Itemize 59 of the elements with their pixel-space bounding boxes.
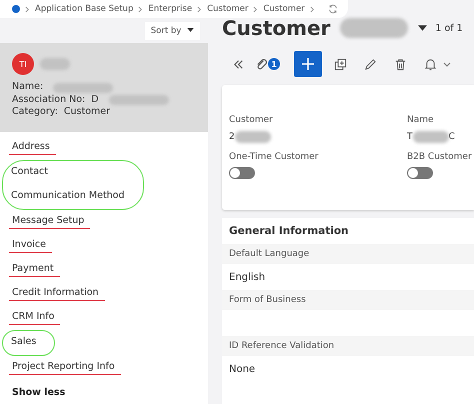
- field-label: Customer: [229, 115, 274, 125]
- menu-link[interactable]: Credit Information: [12, 287, 99, 298]
- chevron-icon: [25, 6, 30, 12]
- sort-by-button[interactable]: Sort by: [144, 22, 200, 40]
- field-value: 2: [229, 132, 235, 142]
- toggle-label: B2B Customer: [407, 152, 473, 162]
- attachment-count-badge: 1: [268, 58, 280, 70]
- record-card[interactable]: TI Name: Association No: D Category: Customer: [0, 43, 208, 132]
- field-value: Customer: [64, 106, 110, 119]
- field-label: Form of Business: [229, 295, 306, 305]
- toggle-switch[interactable]: [229, 167, 255, 179]
- field-value: English: [229, 272, 266, 282]
- field-value: D: [91, 94, 99, 106]
- add-button[interactable]: [294, 51, 322, 77]
- breadcrumb-link[interactable]: Customer: [263, 4, 305, 14]
- menu-link[interactable]: Contact: [11, 166, 48, 177]
- field-label: Name:: [12, 81, 44, 94]
- field-label: ID Reference Validation: [229, 341, 334, 351]
- avatar: TI: [12, 53, 34, 76]
- caret-icon: [187, 28, 194, 32]
- page-title: Customer: [222, 16, 330, 40]
- breadcrumb-link[interactable]: Application Base Setup: [35, 4, 134, 14]
- paperclip-icon[interactable]: [255, 58, 268, 70]
- toggle-switch[interactable]: [407, 167, 433, 179]
- menu-link[interactable]: Message Setup: [12, 215, 84, 226]
- menu-link[interactable]: Address: [12, 141, 50, 152]
- breadcrumb-link[interactable]: Enterprise: [148, 4, 192, 14]
- bell-icon[interactable]: [424, 58, 437, 70]
- chevron-icon: [197, 6, 202, 12]
- field-value: None: [229, 364, 256, 374]
- menu-link[interactable]: Sales: [11, 336, 36, 347]
- show-less-link[interactable]: Show less: [12, 386, 66, 398]
- field-value: T: [407, 132, 412, 142]
- trash-icon[interactable]: [394, 58, 407, 70]
- chevron-down-icon[interactable]: [443, 62, 451, 66]
- menu-link[interactable]: Project Reporting Info: [12, 361, 115, 372]
- menu-link[interactable]: Communication Method: [11, 190, 125, 201]
- field-label: Category:: [12, 106, 58, 119]
- section-title: General Information: [228, 224, 350, 239]
- home-icon[interactable]: [12, 5, 20, 13]
- field-label: Default Language: [229, 249, 310, 259]
- chevron-icon: [138, 6, 144, 12]
- pencil-icon[interactable]: [364, 58, 377, 70]
- field-value: C: [448, 132, 455, 142]
- plus-icon: [301, 57, 315, 71]
- toggle-label: One-Time Customer: [229, 152, 320, 162]
- chevron-icon: [253, 6, 258, 12]
- dropdown-icon[interactable]: [418, 25, 428, 31]
- menu-link[interactable]: Invoice: [12, 239, 46, 250]
- record-pager: 1 of 1: [435, 22, 463, 34]
- field-label: Name: [407, 115, 435, 125]
- chevron-icon: [310, 6, 315, 12]
- menu-link[interactable]: CRM Info: [12, 311, 54, 322]
- refresh-icon[interactable]: [328, 4, 338, 14]
- field-label: Association No:: [12, 94, 86, 106]
- menu-link[interactable]: Payment: [12, 263, 54, 274]
- duplicate-icon[interactable]: [334, 58, 347, 70]
- collapse-icon[interactable]: [232, 58, 245, 70]
- breadcrumb-link[interactable]: Customer: [207, 4, 248, 14]
